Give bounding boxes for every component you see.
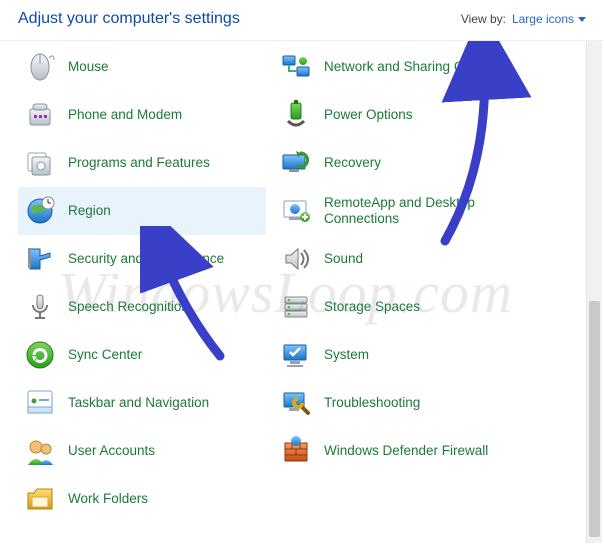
page-title: Adjust your computer's settings xyxy=(18,10,461,28)
control-panel-item[interactable]: Sound xyxy=(274,235,522,283)
viewby-value-text: Large icons xyxy=(512,12,574,26)
item-label: Mouse xyxy=(68,59,109,75)
phone-modem-icon xyxy=(24,99,56,131)
items-grid: Mouse Phone and Modem Programs and Feature… xyxy=(4,43,604,523)
control-panel-item[interactable]: RemoteApp and Desktop Connections xyxy=(274,187,522,235)
network-sharing-icon xyxy=(280,51,312,83)
programs-features-icon xyxy=(24,147,56,179)
taskbar-navigation-icon xyxy=(24,387,56,419)
control-panel-item[interactable]: Recovery xyxy=(274,139,522,187)
control-panel-item[interactable]: Mouse xyxy=(18,43,266,91)
viewby-dropdown[interactable]: Large icons xyxy=(512,12,586,26)
item-label: Power Options xyxy=(324,107,413,123)
work-folders-icon xyxy=(24,483,56,515)
control-panel-item[interactable]: User Accounts xyxy=(18,427,266,475)
remoteapp-icon xyxy=(280,195,312,227)
control-panel-item[interactable]: Programs and Features xyxy=(18,139,266,187)
system-icon xyxy=(280,339,312,371)
right-column: Network and Sharing Center Power Options R… xyxy=(274,43,522,523)
region-icon xyxy=(24,195,56,227)
sound-icon xyxy=(280,243,312,275)
sync-center-icon xyxy=(24,339,56,371)
power-options-icon xyxy=(280,99,312,131)
troubleshooting-icon xyxy=(280,387,312,419)
item-label: Region xyxy=(68,203,111,219)
speech-recognition-icon xyxy=(24,291,56,323)
item-label: Network and Sharing Center xyxy=(324,59,494,75)
chevron-down-icon xyxy=(578,17,586,22)
control-panel-item[interactable]: Windows Defender Firewall xyxy=(274,427,522,475)
control-panel-item[interactable]: Sync Center xyxy=(18,331,266,379)
user-accounts-icon xyxy=(24,435,56,467)
security-maintenance-icon xyxy=(24,243,56,275)
scrollbar-thumb[interactable] xyxy=(589,301,600,537)
control-panel-item[interactable]: Phone and Modem xyxy=(18,91,266,139)
item-label: Recovery xyxy=(324,155,381,171)
item-label: Work Folders xyxy=(68,491,148,507)
item-label: Taskbar and Navigation xyxy=(68,395,209,411)
control-panel-item[interactable]: System xyxy=(274,331,522,379)
item-label: Storage Spaces xyxy=(324,299,420,315)
item-label: System xyxy=(324,347,369,363)
viewby-label: View by: xyxy=(461,12,506,26)
control-panel-item[interactable]: Power Options xyxy=(274,91,522,139)
item-label: Programs and Features xyxy=(68,155,210,171)
item-label: RemoteApp and Desktop Connections xyxy=(324,195,516,226)
item-label: Windows Defender Firewall xyxy=(324,443,488,459)
item-label: User Accounts xyxy=(68,443,155,459)
control-panel-item[interactable]: Work Folders xyxy=(18,475,266,523)
storage-spaces-icon xyxy=(280,291,312,323)
mouse-icon xyxy=(24,51,56,83)
control-panel-body: WindowsLoop.com MousePhone and ModemProg… xyxy=(0,41,604,543)
item-label: Phone and Modem xyxy=(68,107,182,123)
item-label: Speech Recognition xyxy=(68,299,189,315)
control-panel-item[interactable]: Troubleshooting xyxy=(274,379,522,427)
control-panel-item[interactable]: Storage Spaces xyxy=(274,283,522,331)
control-panel-header: Adjust your computer's settings View by:… xyxy=(0,0,604,41)
control-panel-item[interactable]: Network and Sharing Center xyxy=(274,43,522,91)
control-panel-item[interactable]: Speech Recognition xyxy=(18,283,266,331)
control-panel-item[interactable]: Security and Maintenance xyxy=(18,235,266,283)
control-panel-item[interactable]: Taskbar and Navigation xyxy=(18,379,266,427)
scrollbar-track[interactable] xyxy=(586,41,602,543)
left-column: Mouse Phone and Modem Programs and Feature… xyxy=(18,43,266,523)
defender-firewall-icon xyxy=(280,435,312,467)
item-label: Troubleshooting xyxy=(324,395,420,411)
item-label: Sound xyxy=(324,251,363,267)
item-label: Sync Center xyxy=(68,347,142,363)
item-label: Security and Maintenance xyxy=(68,251,224,267)
recovery-icon xyxy=(280,147,312,179)
control-panel-item[interactable]: Region xyxy=(18,187,266,235)
